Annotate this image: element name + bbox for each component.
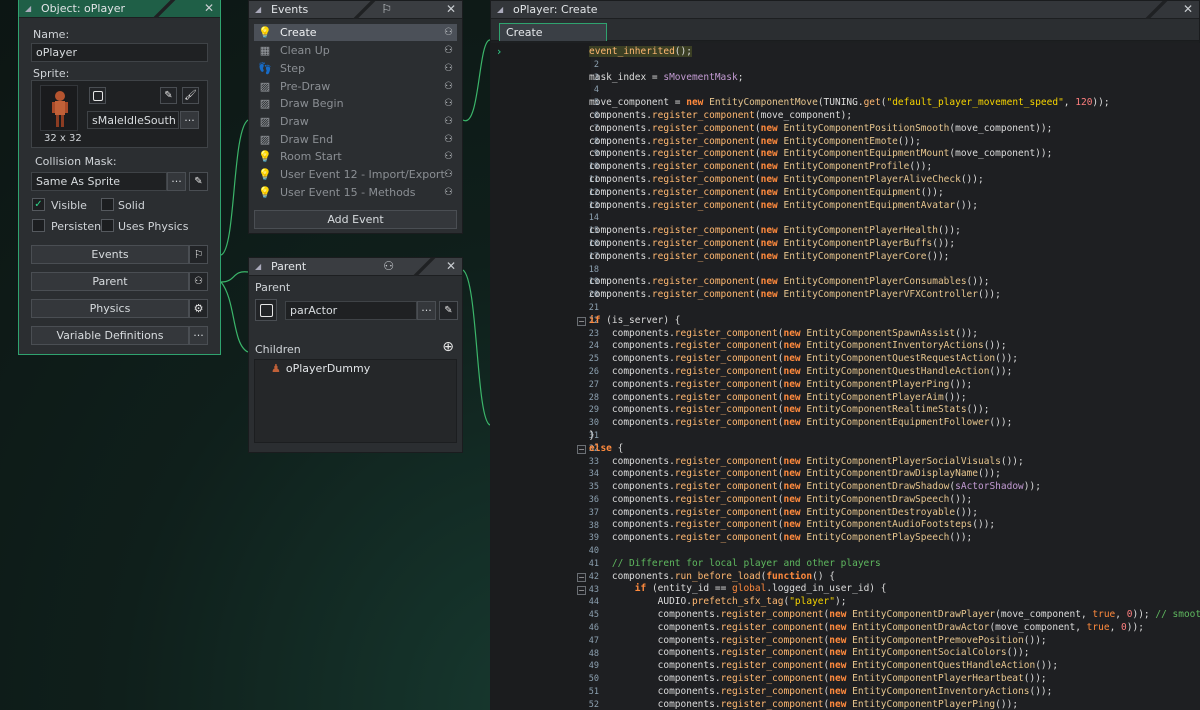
inherit-icon[interactable]: ⚇ [444, 98, 453, 109]
titlebar-notch [399, 258, 449, 276]
parent-more-button[interactable]: ··· [417, 301, 436, 320]
event-item-draw-end[interactable]: ▨ Draw End ⚇ [254, 131, 457, 148]
inherit-icon[interactable]: ⚇ [444, 63, 453, 74]
event-item-user-event-12[interactable]: 💡 User Event 12 - Import/Export ⚇ [254, 166, 457, 183]
parent-new-button[interactable] [255, 299, 277, 321]
lightbulb-icon: 💡 [258, 26, 272, 39]
code-editor[interactable]: › 12345678910111213141516171819202122232… [491, 43, 1200, 710]
inherit-icon[interactable]: ⚇ [444, 116, 453, 127]
event-label: User Event 15 - Methods [280, 186, 416, 199]
events-panel-titlebar[interactable]: ◢ Events ⚐ ✕ [249, 1, 462, 19]
event-label: Draw [280, 115, 309, 128]
fold-toggle[interactable]: − [577, 317, 586, 326]
collapse-icon[interactable]: ◢ [255, 262, 265, 271]
event-label: Step [280, 62, 306, 75]
lightbulb-icon: 💡 [258, 150, 272, 163]
code-panel-titlebar[interactable]: ◢ oPlayer: Create ✕ [491, 1, 1199, 19]
parent-panel-titlebar[interactable]: ◢ Parent ⚇ ✕ [249, 258, 462, 276]
character-icon: ♟ [271, 362, 281, 375]
lightbulb-icon: 💡 [258, 186, 272, 199]
event-item-step[interactable]: 👣 Step ⚇ [254, 60, 457, 77]
event-item-draw[interactable]: ▨ Draw ⚇ [254, 113, 457, 130]
event-label: Clean Up [280, 44, 330, 57]
inherit-override-icon[interactable]: ⚇ [444, 27, 453, 38]
event-label: User Event 12 - Import/Export [280, 168, 445, 181]
child-item[interactable]: ♟ oPlayerDummy [271, 362, 370, 375]
event-item-user-event-15[interactable]: 💡 User Event 15 - Methods ⚇ [254, 184, 457, 201]
code-panel-title: oPlayer: Create [513, 3, 598, 16]
code-tab-bar: Create [491, 19, 1199, 41]
image-icon: ▨ [259, 133, 271, 146]
footprints-icon: 👣 [258, 62, 272, 75]
close-icon[interactable]: ✕ [1183, 2, 1193, 16]
titlebar-notch [1131, 1, 1181, 19]
inherit-icon[interactable]: ⚇ [444, 45, 453, 56]
collapse-icon[interactable]: ◢ [255, 5, 265, 14]
children-list: ♟ oPlayerDummy [254, 359, 457, 443]
chevron-right-icon: › [497, 45, 502, 58]
event-label: Pre-Draw [280, 80, 331, 93]
inherit-icon[interactable]: ⚇ [444, 169, 453, 180]
event-label: Draw Begin [280, 97, 344, 110]
parent-label: Parent [255, 281, 291, 294]
inherit-icon[interactable]: ⚇ [444, 134, 453, 145]
collapse-icon[interactable]: ◢ [497, 5, 507, 14]
image-icon: ▨ [259, 115, 271, 128]
inherit-icon[interactable]: ⚇ [444, 187, 453, 198]
event-label: Room Start [280, 150, 342, 163]
event-item-room-start[interactable]: 💡 Room Start ⚇ [254, 148, 457, 165]
edit-icon: ✎ [444, 305, 453, 316]
fold-toggle[interactable]: − [577, 445, 586, 454]
code-editor-panel: ◢ oPlayer: Create ✕ Create › 12345678910… [490, 0, 1200, 710]
close-icon[interactable]: ✕ [446, 2, 456, 16]
new-object-icon [259, 303, 273, 317]
event-item-draw-begin[interactable]: ▨ Draw Begin ⚇ [254, 95, 457, 112]
parent-edit-button[interactable]: ✎ [439, 301, 458, 320]
add-event-button[interactable]: Add Event [254, 210, 457, 229]
fold-toggle[interactable]: − [577, 573, 586, 582]
event-label: Create [280, 26, 317, 39]
inherit-icon[interactable]: ⚇ [444, 151, 453, 162]
code-text[interactable]: event_inherited(); mask_index = sMovemen… [589, 46, 1200, 710]
broom-icon: ▦ [259, 44, 271, 57]
event-item-clean-up[interactable]: ▦ Clean Up ⚇ [254, 42, 457, 59]
flag-icon[interactable]: ⚐ [381, 2, 392, 16]
image-icon: ▨ [259, 97, 271, 110]
breakpoint-gutter[interactable]: › [491, 43, 561, 710]
add-child-icon[interactable]: ⊕ [442, 339, 454, 355]
event-label: Draw End [280, 133, 334, 146]
inherit-icon[interactable]: ⚇ [444, 81, 453, 92]
event-item-create[interactable]: 💡 Create ⚇ [254, 24, 457, 41]
fold-toggle[interactable]: − [577, 586, 586, 595]
parent-panel: ◢ Parent ⚇ ✕ Parent parActor ··· ✎ Child… [248, 257, 463, 453]
events-panel-title: Events [271, 3, 309, 16]
hierarchy-icon[interactable]: ⚇ [383, 259, 394, 273]
events-panel: ◢ Events ⚐ ✕ 💡 Create ⚇ ▦ Clean Up ⚇ 👣 S… [248, 0, 463, 234]
image-icon: ▨ [259, 80, 271, 93]
lightbulb-icon: 💡 [258, 168, 272, 181]
close-icon[interactable]: ✕ [446, 259, 456, 273]
parent-panel-title: Parent [271, 260, 307, 273]
event-item-pre-draw[interactable]: ▨ Pre-Draw ⚇ [254, 78, 457, 95]
children-label: Children [255, 343, 301, 356]
tab-create[interactable]: Create [499, 23, 607, 41]
child-label: oPlayerDummy [285, 362, 371, 375]
parent-select[interactable]: parActor [285, 301, 417, 320]
